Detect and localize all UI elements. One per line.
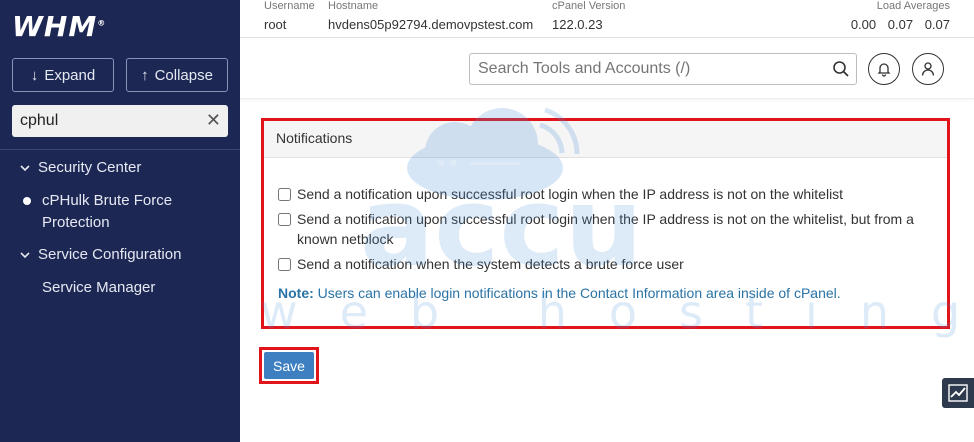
loads-label: Load Averages	[876, 0, 950, 12]
user-icon	[921, 62, 935, 76]
note-text: Users can enable login notifications in …	[317, 285, 841, 301]
active-bullet-icon	[23, 197, 31, 205]
line-chart-icon	[948, 384, 968, 402]
top-toolbar	[240, 39, 974, 99]
whm-logo[interactable]: WHM®	[12, 10, 106, 43]
sidebar-item-service-manager[interactable]: Service Manager	[42, 277, 222, 299]
option-label: Send a notification upon successful root…	[297, 211, 914, 247]
username-info: Username root	[264, 0, 315, 32]
sidebar-filter-input[interactable]	[20, 112, 200, 130]
search-input[interactable]	[478, 60, 818, 78]
sidebar-group-label: Security Center	[38, 159, 142, 176]
expand-label: Expand	[44, 66, 96, 84]
option-checkbox[interactable]	[278, 258, 291, 271]
main-content: Notifications Send a notification upon s…	[240, 100, 974, 442]
option-checkbox[interactable]	[278, 213, 291, 226]
option-root-login-not-whitelisted[interactable]: Send a notification upon successful root…	[278, 184, 947, 204]
load-5min: 0.07	[887, 17, 914, 32]
load-averages-info: Load Averages 0.00 0.07 0.07	[843, 0, 950, 32]
chevron-down-icon	[20, 164, 30, 171]
save-button[interactable]: Save	[264, 352, 314, 379]
sidebar-filter: ✕	[12, 105, 228, 137]
username-label: Username	[264, 0, 315, 12]
option-label: Send a notification upon successful root…	[297, 186, 844, 202]
clear-icon[interactable]: ✕	[206, 110, 221, 131]
notifications-button[interactable]	[868, 53, 900, 85]
sidebar: WHM® ↓ Expand ↑ Collapse ✕ Security Cent…	[0, 0, 240, 442]
sidebar-group-service-configuration[interactable]: Service Configuration	[20, 246, 181, 263]
option-root-login-known-netblock[interactable]: Send a notification upon successful root…	[278, 209, 947, 249]
sidebar-item-cphulk[interactable]: cPHulk Brute Force Protection	[42, 190, 222, 234]
collapse-button[interactable]: ↑ Collapse	[126, 58, 228, 92]
arrow-down-icon: ↓	[30, 66, 39, 84]
user-menu-button[interactable]	[912, 53, 944, 85]
notifications-note: Note: Users can enable login notificatio…	[278, 285, 841, 301]
hostname-label: Hostname	[328, 0, 379, 12]
notifications-panel: Notifications Send a notification upon s…	[261, 118, 950, 329]
search-box	[469, 53, 857, 85]
cpanel-version-info: cPanel Version 122.0.23	[552, 0, 625, 32]
loads-values: 0.00 0.07 0.07	[843, 17, 950, 32]
analytics-button[interactable]	[942, 378, 974, 408]
search-icon[interactable]	[832, 60, 850, 78]
arrow-up-icon: ↑	[141, 66, 149, 84]
sidebar-group-security-center[interactable]: Security Center	[20, 159, 141, 176]
hostname-value: hvdens05p92794.demovpstest.com	[328, 17, 534, 32]
chevron-down-icon	[20, 251, 30, 258]
notifications-panel-title: Notifications	[264, 121, 947, 158]
version-value: 122.0.23	[552, 17, 603, 32]
expand-button[interactable]: ↓ Expand	[12, 58, 114, 92]
option-checkbox[interactable]	[278, 188, 291, 201]
hostname-info: Hostname hvdens05p92794.demovpstest.com	[328, 0, 533, 32]
collapse-label: Collapse	[154, 66, 213, 84]
version-label: cPanel Version	[552, 0, 626, 12]
option-label: Send a notification when the system dete…	[297, 256, 684, 272]
bell-icon	[877, 63, 891, 77]
save-highlight: Save	[259, 347, 319, 384]
load-1min: 0.00	[850, 17, 877, 32]
sidebar-group-label: Service Configuration	[38, 246, 182, 263]
option-brute-force-user[interactable]: Send a notification when the system dete…	[278, 254, 947, 274]
note-label: Note:	[278, 285, 314, 301]
load-15min: 0.07	[924, 17, 950, 32]
sidebar-divider	[0, 149, 240, 150]
username-value: root	[264, 17, 287, 32]
server-info-bar: Username root Hostname hvdens05p92794.de…	[240, 0, 974, 38]
